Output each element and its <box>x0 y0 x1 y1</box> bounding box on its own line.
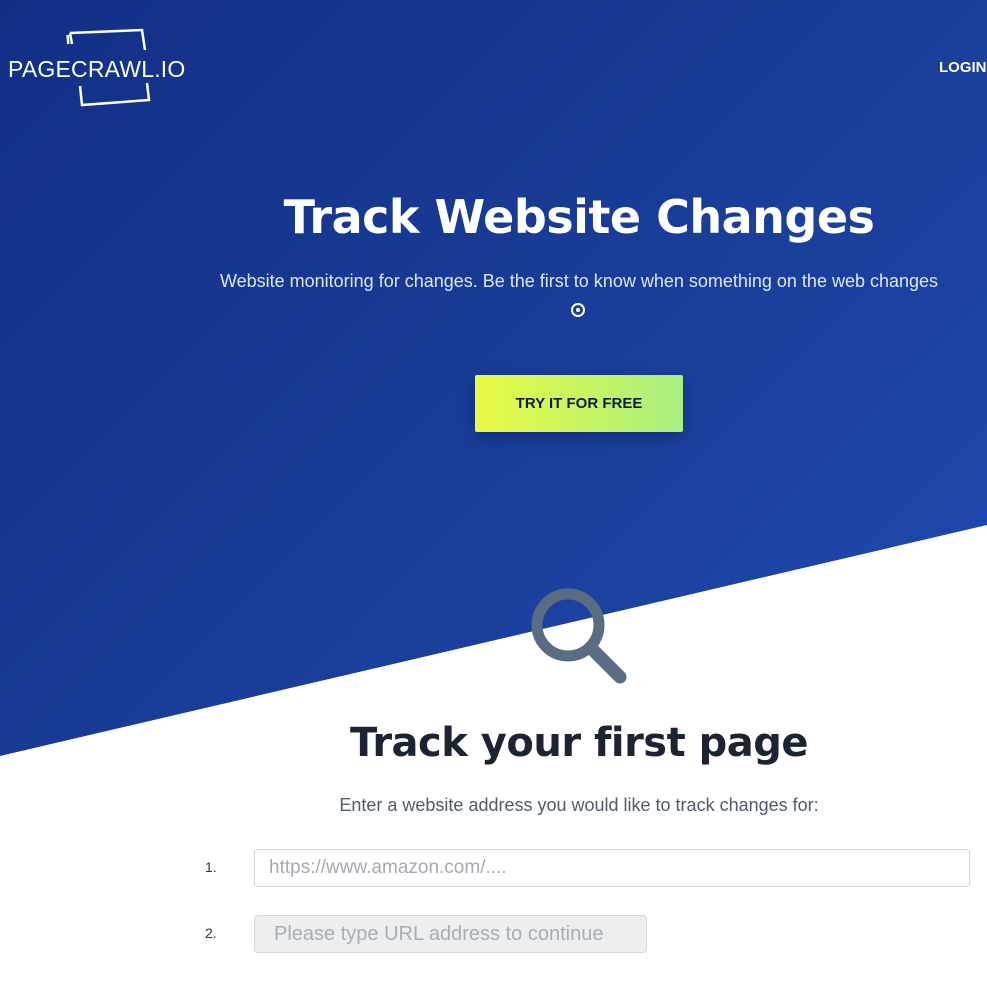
step-2-number: 2. <box>205 925 217 941</box>
step-1-number: 1. <box>205 859 217 875</box>
magnifier-icon <box>531 588 627 684</box>
hero-title: Track Website Changes <box>283 190 875 244</box>
logo-text: PAGECRAWL.IO <box>8 56 186 82</box>
track-section-subtitle: Enter a website address you would like t… <box>339 795 819 815</box>
try-it-free-button[interactable]: TRY IT FOR FREE <box>475 375 683 432</box>
url-input[interactable] <box>254 849 970 887</box>
login-link[interactable]: LOGIN <box>939 59 987 76</box>
radio-dot-icon <box>571 303 585 317</box>
track-section-title: Track your first page <box>349 720 809 766</box>
hero-subtitle: Website monitoring for changes. Be the f… <box>219 271 939 291</box>
pagecrawl-logo[interactable]: PAGECRAWL.IO <box>8 28 188 108</box>
continue-button[interactable]: Please type URL address to continue <box>254 915 647 953</box>
